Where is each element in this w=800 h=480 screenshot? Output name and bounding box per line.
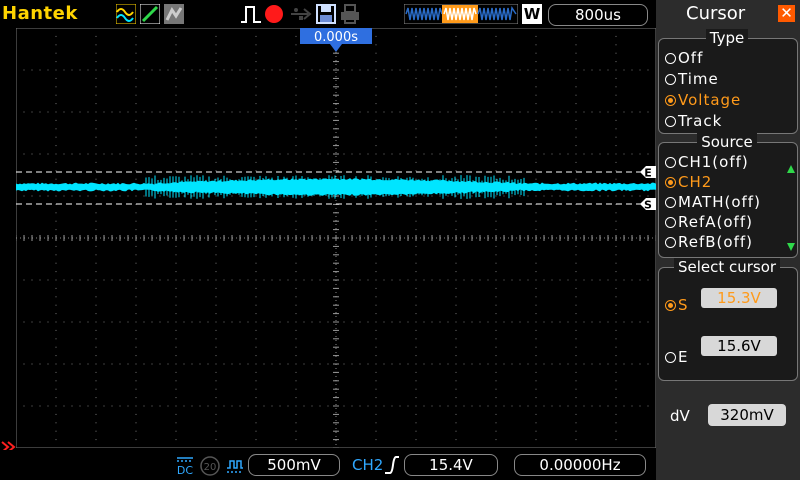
volts-per-div-readout[interactable]: 500mV [248, 454, 340, 476]
radio-icon [665, 237, 676, 248]
cursor-s-marker-label: S [644, 199, 652, 212]
trigger-level-readout[interactable]: 15.4V [404, 454, 498, 476]
record-icon[interactable] [264, 4, 284, 24]
usb-icon [290, 4, 312, 24]
delta-v-label: dV [670, 407, 690, 425]
trigger-position-label: 0.000s [314, 30, 358, 45]
select-cursor-title: Select cursor [673, 258, 781, 276]
rising-edge-icon[interactable] [384, 455, 400, 475]
memory-overview-icon [404, 4, 518, 24]
select-cursor-group: Select cursor S 15.3V E 15.6V [658, 258, 798, 381]
radio-selected-icon [665, 95, 676, 106]
select-cursor-s[interactable]: S [665, 296, 689, 314]
frequency-readout: 0.00000Hz [514, 454, 646, 476]
cursor-s-value[interactable]: 15.3V [701, 288, 777, 308]
type-option-track[interactable]: Track [665, 112, 722, 130]
bandwidth-limit-icon[interactable]: 20 [200, 456, 220, 476]
source-option-ch1[interactable]: CH1(off) [665, 153, 749, 171]
ramp-icon[interactable] [140, 4, 160, 24]
scroll-up-icon[interactable] [787, 165, 795, 173]
radio-selected-icon [665, 300, 676, 311]
source-group-title: Source [697, 133, 757, 151]
cursor-e-value[interactable]: 15.6V [701, 336, 777, 356]
dc-coupling-icon[interactable]: DC [176, 456, 194, 477]
type-group: Type Off Time Voltage Track [658, 29, 798, 134]
radio-selected-icon [665, 177, 676, 188]
cursor-e-marker-label: E [644, 167, 652, 180]
bandwidth-limit-label: 20 [204, 462, 217, 473]
ch1-waveform-icon[interactable] [116, 4, 136, 24]
source-option-refb[interactable]: RefB(off) [665, 233, 753, 251]
type-option-off[interactable]: Off [665, 49, 703, 67]
radio-icon [665, 352, 676, 363]
cursor-menu-panel: Cursor ✕ Type Off Time Voltage Track Sou… [656, 0, 800, 480]
radio-icon [665, 53, 676, 64]
source-option-ch2[interactable]: CH2 [665, 173, 712, 191]
trigger-source-label: CH2 [352, 456, 384, 474]
scroll-down-icon[interactable] [787, 243, 795, 251]
brand-logo: Hantek [2, 3, 78, 24]
print-icon [340, 4, 360, 24]
radio-icon [665, 217, 676, 228]
trace-noise [145, 175, 525, 199]
source-option-refa[interactable]: RefA(off) [665, 213, 753, 231]
waveform-display[interactable]: E S 0.000s [16, 28, 656, 448]
radio-icon [665, 157, 676, 168]
timebase-readout[interactable]: 800us [548, 4, 648, 26]
radio-icon [665, 116, 676, 127]
close-icon[interactable]: ✕ [778, 5, 795, 22]
save-icon[interactable] [316, 4, 336, 24]
radio-icon [665, 197, 676, 208]
persistence-icon[interactable] [164, 4, 184, 24]
type-group-title: Type [705, 29, 749, 47]
radio-icon [665, 74, 676, 85]
invert-icon[interactable] [226, 458, 244, 474]
memory-depth-indicator: W [522, 4, 542, 24]
type-option-voltage[interactable]: Voltage [665, 91, 741, 109]
select-cursor-e[interactable]: E [665, 348, 688, 366]
coupling-label: DC [177, 464, 193, 476]
source-option-math[interactable]: MATH(off) [665, 193, 761, 211]
delta-v-value: 320mV [708, 404, 786, 426]
top-status-bar: Hantek W 800us [0, 0, 656, 28]
trigger-edge-icon[interactable] [240, 4, 261, 24]
type-option-time[interactable]: Time [665, 70, 719, 88]
source-group: Source CH1(off) CH2 MATH(off) RefA(off) … [658, 133, 798, 258]
